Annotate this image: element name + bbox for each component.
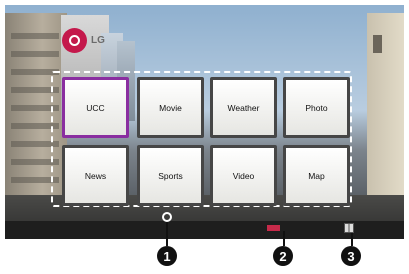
tile-label: Sports: [158, 170, 183, 181]
tile-label: UCC: [86, 102, 105, 113]
tile-label: Photo: [305, 102, 328, 113]
callout-1: 1: [157, 246, 177, 266]
tile-label: Video: [232, 170, 255, 181]
tile-label: News: [84, 170, 107, 181]
background-building: [367, 13, 404, 213]
tile-label: Map: [308, 170, 325, 181]
tile-weather[interactable]: Weather: [210, 77, 277, 138]
ring-icon: [162, 212, 172, 222]
tile-movie[interactable]: Movie: [137, 77, 204, 138]
record-indicator-icon: [267, 225, 280, 231]
callout-2: 2: [273, 246, 293, 266]
tile-label: Movie: [159, 102, 182, 113]
callout-3: 3: [341, 246, 361, 266]
callout-leader-line: [283, 231, 285, 246]
tile-news[interactable]: News: [62, 145, 129, 206]
callout-leader-line: [351, 233, 353, 246]
tile-sports[interactable]: Sports: [137, 145, 204, 206]
lg-logo-icon: [62, 28, 87, 53]
tile-label: Weather: [227, 102, 260, 113]
tile-ucc[interactable]: UCC: [62, 77, 129, 138]
tile-map[interactable]: Map: [283, 145, 350, 206]
book-icon: [344, 223, 354, 233]
callout-leader-line: [166, 222, 168, 246]
tile-video[interactable]: Video: [210, 145, 277, 206]
tile-photo[interactable]: Photo: [283, 77, 350, 138]
brand-sign-text: LG: [91, 35, 105, 46]
